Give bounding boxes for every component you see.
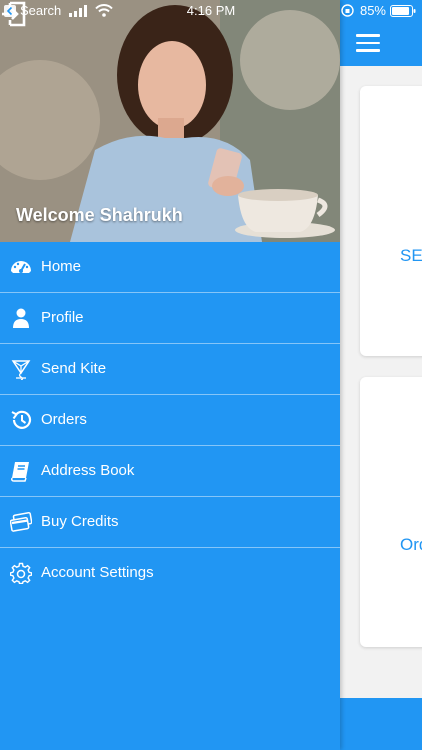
menu-label-home: Home [41, 258, 82, 275]
navigation-drawer: Welcome Shahrukh Home Profile Send Kite … [0, 0, 340, 750]
orders-card-label: Ord [400, 535, 422, 554]
gear-icon [10, 562, 32, 584]
menu-item-profile[interactable]: Profile [0, 293, 340, 344]
dashboard-icon [11, 261, 31, 273]
menu-item-orders[interactable]: Orders [0, 395, 340, 446]
hamburger-menu-icon[interactable] [356, 34, 380, 52]
menu-label-address-book: Address Book [41, 462, 135, 479]
menu-item-address-book[interactable]: Address Book [0, 446, 340, 497]
menu-label-send-kite: Send Kite [41, 360, 107, 377]
menu-item-buy-credits[interactable]: Buy Credits [0, 497, 340, 548]
menu-label-orders: Orders [41, 411, 87, 428]
menu-label-profile: Profile [41, 309, 84, 326]
menu-label-buy-credits: Buy Credits [41, 513, 119, 530]
drawer-menu: Home Profile Send Kite Orders Address Bo… [0, 242, 340, 598]
kite-icon [11, 360, 31, 380]
menu-item-send-kite[interactable]: Send Kite [0, 344, 340, 395]
history-icon [11, 410, 32, 429]
send-kite-card[interactable]: SE [360, 86, 422, 356]
main-footer [340, 698, 422, 750]
main-content: SE Ord [340, 0, 422, 750]
person-icon [13, 308, 29, 328]
welcome-text: Welcome Shahrukh [16, 205, 183, 225]
send-kite-card-label: SE [400, 246, 422, 265]
drawer-header-photo: Welcome Shahrukh [0, 0, 340, 242]
credit-cards-icon [10, 512, 32, 532]
status-bar: Search 4:16 PM 85% [0, 0, 422, 22]
battery-icon [390, 4, 416, 17]
menu-item-account-settings[interactable]: Account Settings [0, 548, 340, 598]
status-right: 85% [341, 3, 416, 18]
orders-card[interactable]: Ord [360, 377, 422, 647]
battery-percent: 85% [359, 3, 386, 18]
menu-label-account-settings: Account Settings [41, 564, 154, 581]
menu-item-home[interactable]: Home [0, 242, 340, 293]
orientation-lock-icon [341, 4, 354, 17]
address-book-icon [11, 462, 29, 482]
